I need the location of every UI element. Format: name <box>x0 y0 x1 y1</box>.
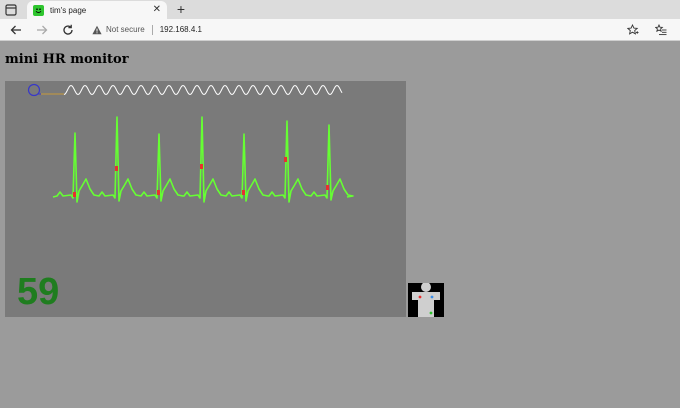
tab-actions-icon <box>5 4 17 16</box>
favorites-list-icon <box>655 24 667 36</box>
beat-marker <box>242 190 245 195</box>
back-button[interactable] <box>8 22 24 38</box>
monitor-graphics <box>27 83 354 203</box>
address-bar[interactable]: Not secure 192.168.4.1 <box>88 21 618 38</box>
browser-toolbar: Not secure 192.168.4.1 <box>0 19 680 41</box>
favorites-button[interactable] <box>653 22 669 38</box>
plus-icon[interactable]: + <box>174 1 188 17</box>
hr-monitor-canvas: 59 <box>5 81 406 317</box>
tab-actions-button[interactable] <box>4 3 18 17</box>
security-label[interactable]: Not secure <box>106 25 145 34</box>
beat-marker <box>284 157 287 162</box>
heart-rate-value: 59 <box>17 271 60 313</box>
back-arrow-icon <box>10 25 21 35</box>
refresh-icon <box>63 24 73 35</box>
forward-arrow-icon <box>37 25 48 35</box>
address-separator <box>151 24 153 35</box>
warning-icon <box>92 25 102 34</box>
add-favorite-button[interactable] <box>625 22 641 38</box>
circle-marker-icon <box>27 83 41 97</box>
beat-marker <box>326 185 329 190</box>
browser-tab[interactable]: tim's page ✕ <box>27 1 167 19</box>
beat-marker <box>157 190 160 195</box>
pulse-wave <box>63 84 343 96</box>
favorite-star-icon <box>627 24 639 35</box>
forward-button[interactable] <box>34 22 50 38</box>
smiley-favicon-icon <box>33 4 44 16</box>
close-icon[interactable]: ✕ <box>153 4 161 16</box>
tab-title: tim's page <box>50 5 87 15</box>
sensor-placement-image <box>408 282 444 317</box>
tab-bar: tim's page ✕ + <box>0 0 680 19</box>
refresh-button[interactable] <box>60 22 76 38</box>
page-title: mini HR monitor <box>5 52 129 67</box>
ecg-trace <box>52 116 354 203</box>
beat-marker <box>73 192 76 197</box>
beat-marker <box>115 166 118 171</box>
beat-marker <box>200 164 203 169</box>
url-text[interactable]: 192.168.4.1 <box>160 25 202 34</box>
